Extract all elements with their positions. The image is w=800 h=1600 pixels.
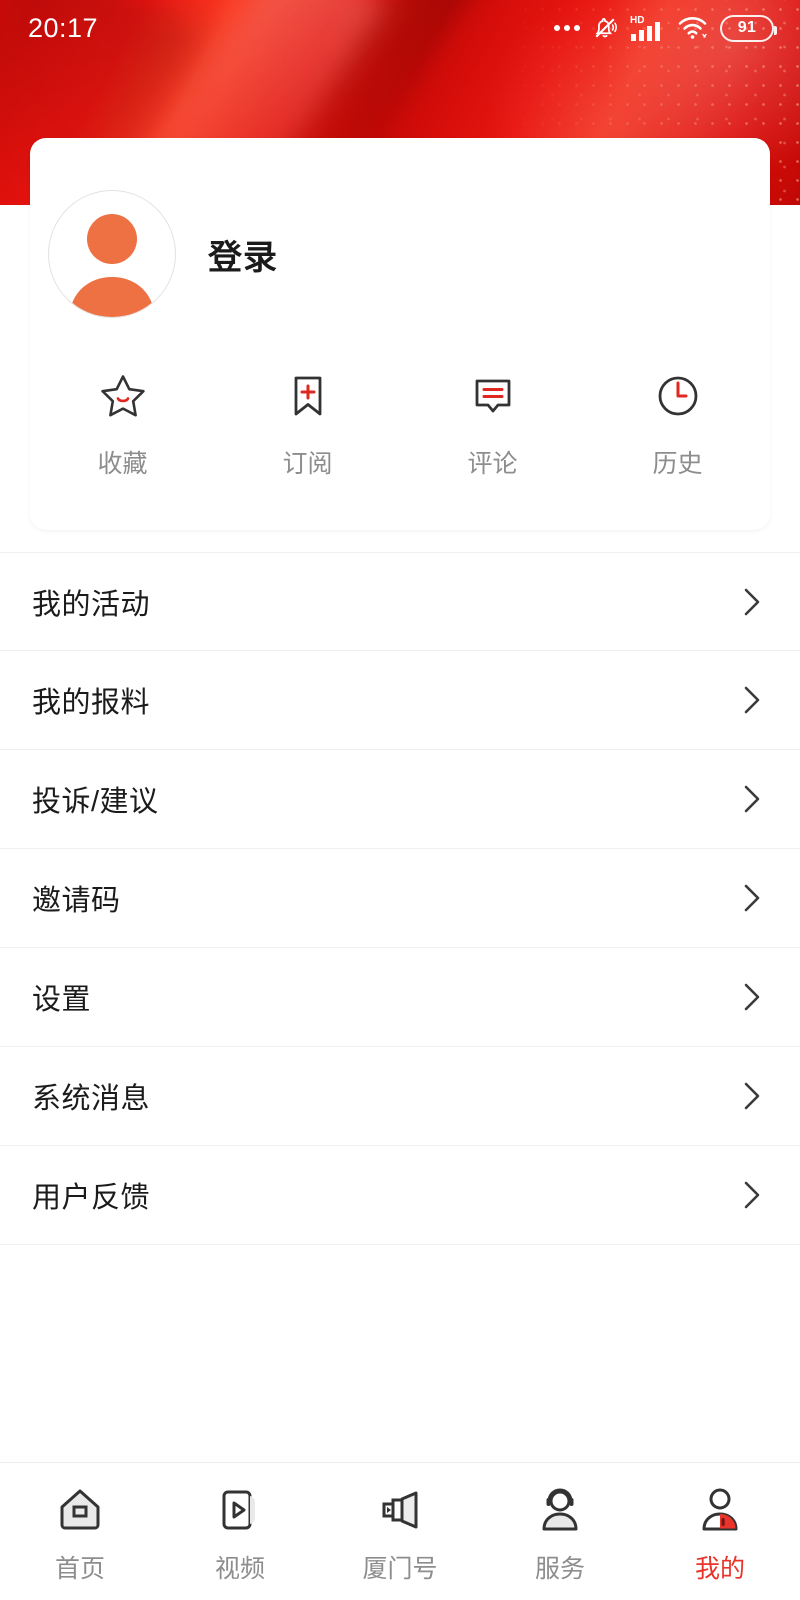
headset-person-icon [542, 1488, 578, 1530]
tab-label: 服务 [534, 1554, 585, 1583]
clock-icon [658, 376, 697, 416]
menu-item-label: 邀请码 [32, 885, 121, 917]
quick-action-label: 评论 [467, 450, 518, 478]
menu-item-system-messages[interactable]: 系统消息 [0, 1047, 800, 1146]
quick-action-subscribe[interactable]: 订阅 [215, 370, 400, 480]
battery-level: 91 [737, 19, 757, 36]
video-icon [222, 1490, 255, 1529]
app-root: 20:17 HD 91 登录 收藏 订阅 评论 历史 我的活动 我的报料 投诉/… [0, 0, 800, 1600]
chevron-right-icon [744, 1181, 760, 1209]
bookmark-plus-icon [294, 376, 321, 416]
tab-video[interactable]: 视频 [160, 1479, 320, 1585]
quick-action-label: 收藏 [97, 450, 148, 478]
login-row[interactable]: 登录 [30, 138, 770, 318]
chevron-right-icon [744, 1082, 760, 1110]
quick-action-label: 订阅 [282, 450, 333, 478]
chevron-right-icon [744, 588, 760, 615]
tab-label: 首页 [54, 1554, 105, 1583]
star-icon [100, 375, 145, 417]
menu-item-label: 我的报料 [32, 687, 151, 719]
avatar[interactable] [48, 190, 176, 318]
menu-item-label: 系统消息 [32, 1083, 151, 1115]
user-avatar-icon [69, 214, 155, 317]
chevron-right-icon [744, 686, 760, 714]
quick-action-row: 收藏 订阅 评论 历史 [30, 370, 770, 480]
menu-item-my-reports[interactable]: 我的报料 [0, 651, 800, 750]
settings-menu-list: 我的活动 我的报料 投诉/建议 邀请码 设置 系统消息 用户反馈 [0, 552, 800, 1245]
quick-action-label: 历史 [652, 450, 703, 478]
chevron-right-icon [744, 785, 760, 813]
status-icon-group: HD 91 [554, 13, 777, 43]
comment-bubble-icon [475, 379, 510, 413]
person-icon [702, 1488, 738, 1530]
quick-action-favorites[interactable]: 收藏 [30, 370, 215, 480]
menu-item-label: 用户反馈 [32, 1182, 151, 1214]
tab-label: 我的 [694, 1554, 745, 1583]
chevron-right-icon [744, 884, 760, 912]
bell-muted-icon [595, 18, 617, 38]
tab-xiamen-hao[interactable]: 厦门号 [320, 1479, 480, 1585]
menu-item-invitation-code[interactable]: 邀请码 [0, 849, 800, 948]
menu-item-settings[interactable]: 设置 [0, 948, 800, 1047]
menu-item-label: 我的活动 [32, 588, 151, 621]
battery-icon: 91 [720, 14, 777, 42]
bottom-tab-bar: 首页 视频 厦门号 服务 我的 [0, 1462, 800, 1600]
home-icon [60, 1489, 100, 1529]
menu-item-user-feedback[interactable]: 用户反馈 [0, 1146, 800, 1245]
svg-text:HD: HD [630, 15, 644, 26]
wifi-icon [678, 16, 707, 39]
signal-bars-icon: HD [630, 15, 660, 41]
tab-label: 视频 [214, 1554, 265, 1583]
login-label[interactable]: 登录 [208, 230, 278, 279]
chevron-right-icon [744, 983, 760, 1011]
more-dots-icon [554, 25, 580, 31]
tab-mine[interactable]: 我的 [640, 1479, 800, 1585]
status-bar: 20:17 HD 91 [0, 0, 800, 56]
quick-action-history[interactable]: 历史 [585, 370, 770, 480]
menu-item-label: 设置 [32, 984, 92, 1016]
tab-label: 厦门号 [362, 1554, 438, 1583]
megaphone-icon [382, 1491, 418, 1528]
profile-card: 登录 收藏 订阅 评论 历史 [30, 138, 770, 530]
menu-item-my-activity[interactable]: 我的活动 [0, 552, 800, 651]
menu-item-label: 投诉/建议 [32, 786, 159, 818]
menu-item-complaints-suggestions[interactable]: 投诉/建议 [0, 750, 800, 849]
tab-home[interactable]: 首页 [0, 1479, 160, 1585]
quick-action-comments[interactable]: 评论 [400, 370, 585, 480]
status-time: 20:17 [28, 12, 99, 43]
tab-services[interactable]: 服务 [480, 1479, 640, 1585]
